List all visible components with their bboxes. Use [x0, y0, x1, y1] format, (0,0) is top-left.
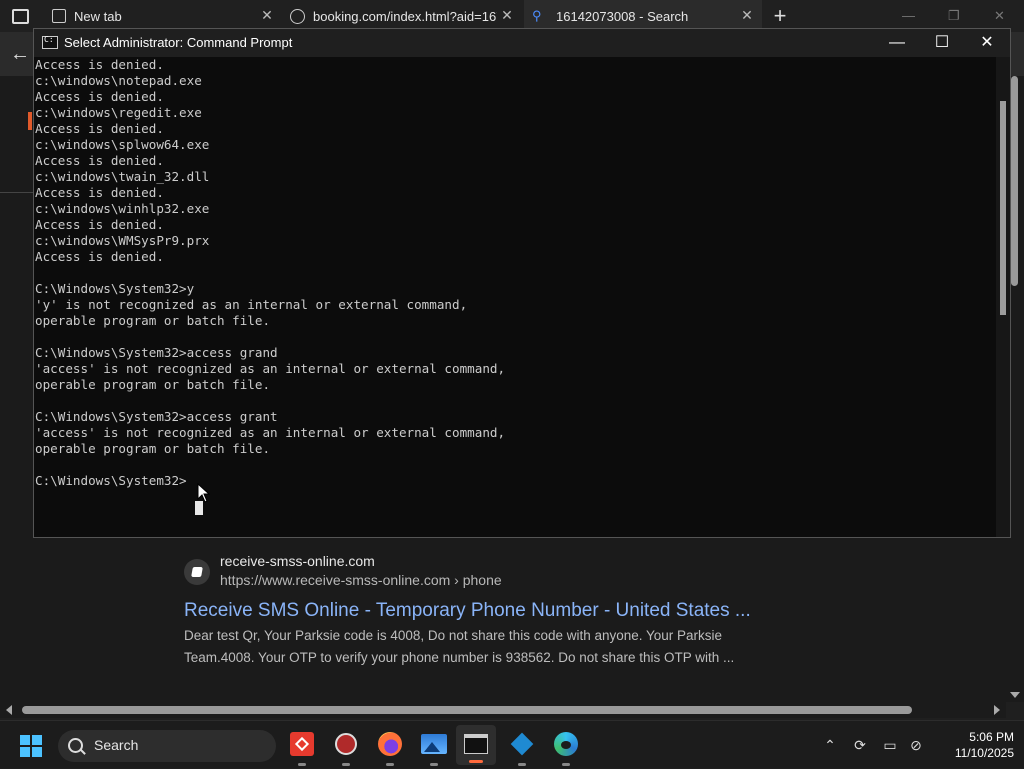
cmd-line: Access is denied.: [35, 217, 164, 232]
scroll-thumb[interactable]: [22, 706, 912, 714]
cmd-line: Access is denied.: [35, 185, 164, 200]
divider: [0, 192, 34, 193]
cmd-line: c:\windows\twain_32.dll: [35, 169, 210, 184]
tab-actions-icon: [12, 8, 29, 24]
taskbar-search-box[interactable]: Search: [58, 730, 276, 762]
taskbar-clock[interactable]: 5:06 PM 11/10/2025: [944, 729, 1014, 761]
cmd-line: operable program or batch file.: [35, 441, 271, 456]
cmd-titlebar[interactable]: Select Administrator: Command Prompt — ☐…: [34, 29, 1010, 57]
display-icon[interactable]: ▭: [880, 735, 900, 755]
page-horizontal-scrollbar[interactable]: [0, 702, 1006, 718]
cmd-line: c:\windows\winhlp32.exe: [35, 201, 210, 216]
maximize-button[interactable]: ☐: [919, 31, 965, 55]
cmd-line: 'access' is not recognized as an interna…: [35, 425, 506, 440]
cmd-line: Access is denied.: [35, 249, 164, 264]
firefox-icon[interactable]: [376, 730, 404, 766]
cmd-line: C:\Windows\System32>access grand: [35, 345, 278, 360]
cmd-line: Access is denied.: [35, 121, 164, 136]
terminal-icon[interactable]: [456, 725, 496, 765]
back-arrow-icon[interactable]: ←: [8, 42, 32, 66]
sync-icon[interactable]: ⟳: [850, 735, 870, 755]
chevron-up-icon[interactable]: ⌃: [820, 735, 840, 755]
cmd-line: Access is denied.: [35, 89, 164, 104]
cmd-line: 'y' is not recognized as an internal or …: [35, 297, 468, 312]
cmd-line: Access is denied.: [35, 57, 164, 72]
mouse-pointer-icon: [197, 483, 211, 503]
cmd-line: operable program or batch file.: [35, 377, 271, 392]
cmd-line: operable program or batch file.: [35, 313, 271, 328]
cmd-line: C:\Windows\System32>access grant: [35, 409, 278, 424]
cmd-line: 'access' is not recognized as an interna…: [35, 361, 506, 376]
search-icon: ⚲: [532, 8, 542, 23]
cmd-line: c:\windows\notepad.exe: [35, 73, 202, 88]
close-button[interactable]: ✕: [964, 31, 1010, 55]
cmd-app-icon: [42, 35, 58, 49]
cmd-line: c:\windows\splwow64.exe: [35, 137, 210, 152]
cmd-output: Access is denied. c:\windows\notepad.exe…: [34, 57, 996, 489]
scroll-left-icon[interactable]: [6, 705, 12, 715]
site-favicon-icon: [184, 559, 210, 585]
result-snippet: Dear test Qr, Your Parksie code is 4008,…: [184, 628, 735, 665]
minimize-button[interactable]: —: [874, 31, 920, 55]
browser-close-icon[interactable]: ✕: [994, 8, 1005, 24]
clock-time: 5:06 PM: [969, 730, 1014, 744]
cmd-scroll-thumb[interactable]: [1000, 101, 1006, 315]
cmd-line: C:\Windows\System32>: [35, 473, 187, 488]
tab-label: New tab: [74, 8, 122, 24]
tab-label: 16142073008 - Search: [556, 8, 689, 24]
close-tab-icon[interactable]: ✕: [500, 8, 514, 22]
edge-icon[interactable]: [552, 730, 580, 766]
browser-restore-icon[interactable]: ❐: [948, 8, 960, 24]
system-tray: ⌃ ⟳ ▭ ⊘: [820, 721, 922, 769]
network-tool-icon[interactable]: [332, 730, 360, 766]
side-accent: [28, 112, 32, 130]
scroll-thumb[interactable]: [1011, 76, 1018, 286]
volume-muted-icon[interactable]: ⊘: [906, 735, 926, 755]
cmd-line: Access is denied.: [35, 153, 164, 168]
result-url[interactable]: https://www.receive-smss-online.com › ph…: [220, 572, 502, 588]
scroll-right-icon[interactable]: [994, 705, 1000, 715]
cmd-scrollbar[interactable]: [996, 57, 1010, 537]
vscode-icon[interactable]: [508, 730, 536, 766]
browser-minimize-icon[interactable]: —: [902, 8, 915, 23]
cmd-output-area[interactable]: Access is denied. c:\windows\notepad.exe…: [34, 57, 996, 537]
windows-start-icon[interactable]: [20, 735, 42, 757]
tab-label: booking.com/index.html?aid=167: [313, 8, 497, 24]
result-site-name[interactable]: receive-smss-online.com: [220, 553, 375, 569]
search-icon: [68, 738, 83, 753]
clock-date: 11/10/2025: [954, 746, 1014, 760]
taskbar: Search ⌃ ⟳ ▭ ⊘ 5:06 PM 11/10/2025: [0, 720, 1024, 768]
close-tab-icon[interactable]: ✕: [260, 8, 274, 22]
close-tab-icon[interactable]: ✕: [740, 8, 754, 22]
anydesk-icon[interactable]: [288, 730, 316, 766]
scroll-down-icon[interactable]: [1010, 692, 1020, 698]
text-cursor: [195, 501, 203, 515]
result-title-link[interactable]: Receive SMS Online - Temporary Phone Num…: [184, 600, 751, 622]
cmd-title: Select Administrator: Command Prompt: [64, 35, 293, 50]
photos-icon[interactable]: [420, 730, 448, 766]
cmd-line: c:\windows\regedit.exe: [35, 105, 202, 120]
command-prompt-window[interactable]: Select Administrator: Command Prompt — ☐…: [33, 28, 1011, 538]
new-tab-icon: [52, 9, 66, 23]
globe-icon: [290, 8, 305, 24]
search-label: Search: [94, 737, 139, 753]
cmd-line: c:\windows\WMSysPr9.prx: [35, 233, 210, 248]
cmd-line: C:\Windows\System32>y: [35, 281, 195, 296]
